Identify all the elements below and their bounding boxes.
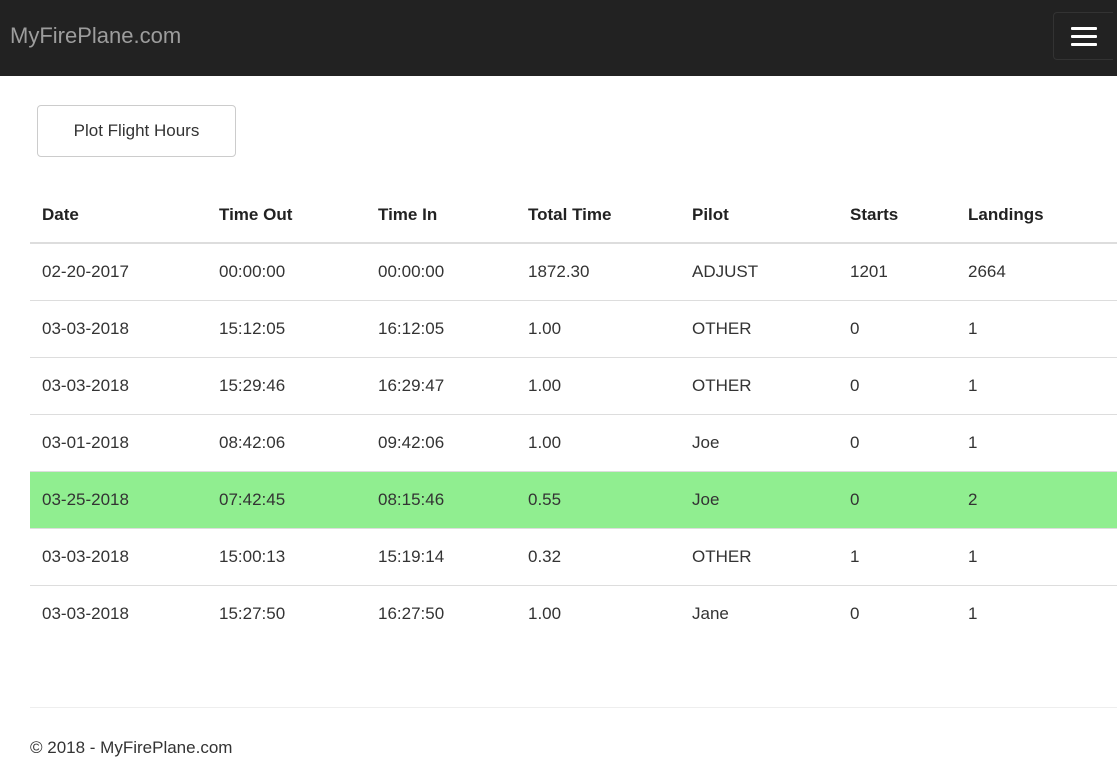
- cell-pilot: Joe: [680, 471, 838, 529]
- brand-link[interactable]: MyFirePlane.com: [10, 22, 181, 50]
- column-header-time-in[interactable]: Time In: [366, 188, 516, 244]
- cell-time-in: 16:29:47: [366, 357, 516, 415]
- cell-time-out: 07:42:45: [207, 471, 366, 529]
- table-row[interactable]: 03-03-2018 15:12:05 16:12:05 1.00 OTHER …: [30, 300, 1117, 358]
- cell-pilot: Jane: [692, 603, 729, 623]
- cell-time-in: 16:27:50: [378, 603, 445, 623]
- cell-time-in: 09:42:06: [366, 414, 516, 472]
- plot-flight-hours-button[interactable]: Plot Flight Hours: [37, 105, 236, 157]
- cell-landings: 2: [956, 471, 1117, 529]
- column-header-time-out[interactable]: Time Out: [207, 188, 366, 244]
- cell-landings: 1: [956, 414, 1117, 472]
- cell-landings: 1: [968, 603, 978, 623]
- footer-divider: [30, 707, 1117, 708]
- cell-time-in: 08:15:46: [366, 471, 516, 529]
- cell-pilot: OTHER: [680, 528, 838, 586]
- cell-pilot: Joe: [680, 414, 838, 472]
- column-header-date[interactable]: Date: [30, 188, 207, 244]
- column-header-total-time[interactable]: Total Time: [516, 188, 680, 244]
- column-header-landings[interactable]: Landings: [956, 188, 1117, 244]
- navbar: MyFirePlane.com: [0, 0, 1117, 76]
- cell-landings: 1: [956, 300, 1117, 358]
- cell-starts: 1201: [838, 243, 956, 301]
- cell-time-out: 15:12:05: [207, 300, 366, 358]
- table-row[interactable]: 03-01-2018 08:42:06 09:42:06 1.00 Joe 0 …: [30, 414, 1117, 472]
- cell-date: 03-03-2018: [30, 300, 207, 358]
- table-row[interactable]: 03-03-2018 15:29:46 16:29:47 1.00 OTHER …: [30, 357, 1117, 415]
- column-header-pilot[interactable]: Pilot: [680, 188, 838, 244]
- cell-total-time: 0.55: [516, 471, 680, 529]
- table-row[interactable]: 02-20-2017 00:00:00 00:00:00 1872.30 ADJ…: [30, 243, 1117, 301]
- cell-time-out: 08:42:06: [207, 414, 366, 472]
- cell-date: 03-25-2018: [30, 471, 207, 529]
- cell-date: 02-20-2017: [30, 243, 207, 301]
- cell-time-in: 15:19:14: [366, 528, 516, 586]
- footer-copyright: © 2018 - MyFirePlane.com: [30, 738, 233, 757]
- flight-log-table: Date Time Out Time In Total Time Pilot S…: [30, 188, 1117, 642]
- cell-time-out: 15:29:46: [207, 357, 366, 415]
- cell-time-in: 00:00:00: [366, 243, 516, 301]
- cell-date: 03-01-2018: [30, 414, 207, 472]
- cell-date: 03-03-2018: [30, 528, 207, 586]
- cell-starts: 0: [838, 414, 956, 472]
- cell-time-out: 15:27:50: [219, 603, 286, 623]
- cell-total-time: 1.00: [516, 357, 680, 415]
- cell-time-out: 00:00:00: [207, 243, 366, 301]
- cell-total-time: 1.00: [516, 414, 680, 472]
- cell-pilot: OTHER: [680, 300, 838, 358]
- cell-date: 03-03-2018: [30, 357, 207, 415]
- column-header-starts[interactable]: Starts: [838, 188, 956, 244]
- cell-time-in: 16:12:05: [366, 300, 516, 358]
- table-header-row: Date Time Out Time In Total Time Pilot S…: [30, 188, 1117, 244]
- cell-pilot: ADJUST: [680, 243, 838, 301]
- nav-toggle-button[interactable]: [1053, 12, 1113, 60]
- table-row-highlighted[interactable]: 03-25-2018 07:42:45 08:15:46 0.55 Joe 0 …: [30, 471, 1117, 529]
- table-row[interactable]: 03-03-2018 15:00:13 15:19:14 0.32 OTHER …: [30, 528, 1117, 586]
- cell-total-time: 0.32: [516, 528, 680, 586]
- cell-total-time: 1.00: [528, 603, 562, 623]
- cell-total-time: 1872.30: [516, 243, 680, 301]
- cell-starts: 1: [838, 528, 956, 586]
- cell-starts: 0: [838, 471, 956, 529]
- cell-landings: 2664: [956, 243, 1117, 301]
- cell-pilot: OTHER: [680, 357, 838, 415]
- cell-starts: 0: [838, 357, 956, 415]
- cell-time-out: 15:00:13: [207, 528, 366, 586]
- cell-total-time: 1.00: [516, 300, 680, 358]
- cell-date: 03-03-2018: [42, 603, 129, 623]
- cell-landings: 1: [956, 357, 1117, 415]
- cell-starts: 0: [838, 300, 956, 358]
- table-row[interactable]: 03-03-2018 15:27:50 16:27:50 1.00 Jane 0…: [30, 585, 1117, 642]
- cell-landings: 1: [956, 528, 1117, 586]
- cell-starts: 0: [850, 603, 860, 623]
